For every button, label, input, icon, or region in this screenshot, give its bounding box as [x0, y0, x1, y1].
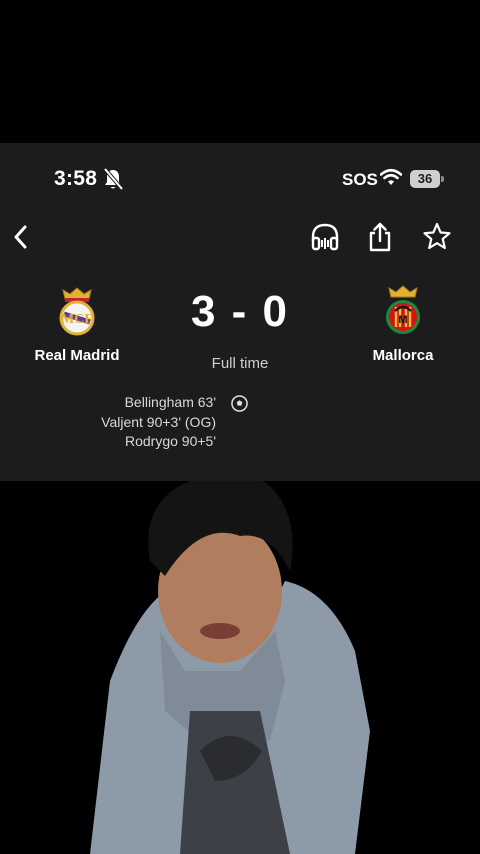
svg-text:M: M: [398, 314, 407, 326]
wifi-icon: [380, 168, 402, 185]
share-icon: [369, 222, 391, 252]
status-time: 3:58: [54, 167, 98, 190]
away-team[interactable]: M Mallorca: [333, 285, 473, 364]
battery-level: 36: [410, 170, 440, 188]
battery-icon: 36: [410, 170, 444, 188]
nav-bar: [0, 215, 480, 259]
scorer-item: Valjent 90+3' (OG): [101, 413, 216, 430]
soccer-ball-icon: [231, 395, 248, 412]
headphones-icon: [311, 223, 339, 251]
scorer-item: Bellingham 63': [124, 394, 216, 410]
real-madrid-crest-icon: MCF: [59, 287, 95, 336]
scorer-item: Rodrygo 90+5': [124, 433, 216, 449]
back-button[interactable]: [6, 221, 38, 253]
audio-button[interactable]: [309, 221, 341, 253]
back-chevron-icon: [14, 225, 27, 249]
battery-nub: [441, 176, 444, 182]
video-overlay[interactable]: [0, 481, 480, 854]
home-team-name: Real Madrid: [34, 347, 120, 364]
share-button[interactable]: [364, 221, 396, 253]
match-card: 3:58 SOS 36 MCF Real Madrid 3 - 0 Full t…: [0, 143, 480, 481]
mallorca-crest-icon: M: [386, 285, 420, 334]
scoreboard: MCF Real Madrid 3 - 0 Full time M Mallor…: [0, 273, 480, 383]
status-sos: SOS: [342, 170, 378, 189]
home-team[interactable]: MCF Real Madrid: [7, 285, 147, 364]
bell-slash-icon: [103, 167, 124, 191]
away-team-name: Mallorca: [372, 347, 434, 364]
person-video-image: [90, 481, 370, 854]
top-black-area: [0, 0, 480, 143]
match-score: 3 - 0: [190, 287, 290, 336]
favorite-button[interactable]: [421, 221, 453, 253]
svg-text:MCF: MCF: [61, 312, 93, 327]
star-icon: [423, 222, 451, 250]
match-status: Full time: [211, 355, 269, 372]
status-bar: 3:58 SOS 36: [0, 143, 480, 215]
goal-scorers: Bellingham 63' Valjent 90+3' (OG) Rodryg…: [40, 393, 216, 452]
